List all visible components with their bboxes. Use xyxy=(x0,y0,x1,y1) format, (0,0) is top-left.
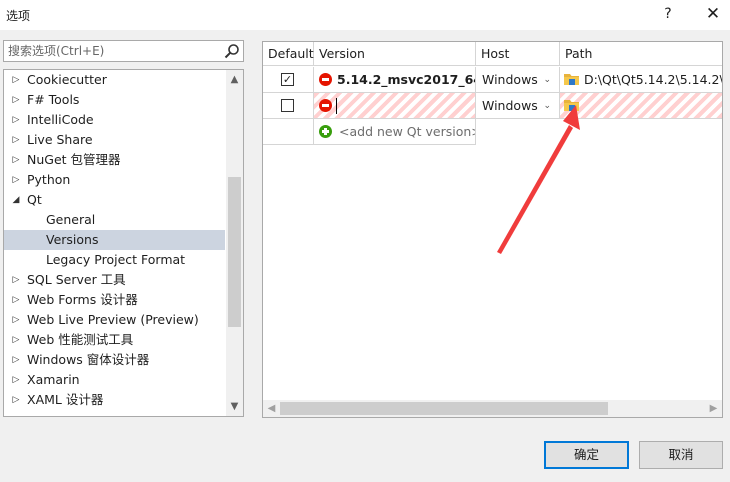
tree-item[interactable]: ▷ NuGet 包管理器 xyxy=(4,150,225,170)
tree-item-label: Versions xyxy=(46,232,99,247)
scroll-right-icon[interactable]: ▶ xyxy=(705,400,722,417)
table-row-3-default xyxy=(263,119,314,145)
expanded-icon[interactable]: ◢ xyxy=(10,190,22,210)
tree-item[interactable]: ▷ Xamarin xyxy=(4,370,225,390)
tree-item-label: Web Forms 设计器 xyxy=(27,292,138,307)
text-cursor xyxy=(336,98,337,114)
tree-item[interactable]: ▷ Web Live Preview (Preview) xyxy=(4,310,225,330)
search-box[interactable] xyxy=(3,40,244,62)
collapsed-icon[interactable]: ▷ xyxy=(10,290,22,310)
collapsed-icon[interactable]: ▷ xyxy=(10,390,22,410)
tree-item[interactable]: ▷ Cookiecutter xyxy=(4,70,225,90)
table-row-2-default[interactable] xyxy=(263,93,314,119)
column-header-default[interactable]: Default xyxy=(263,42,314,66)
path-value: D:\Qt\Qt5.14.2\5.14.2\m xyxy=(584,72,723,87)
tree-item-label: F# Tools xyxy=(27,92,80,107)
collapsed-icon[interactable]: ▷ xyxy=(10,270,22,290)
collapsed-icon[interactable]: ▷ xyxy=(10,170,22,190)
options-tree: ▷ Cookiecutter ▷ F# Tools ▷ IntelliCode ▷ Live … xyxy=(3,69,244,417)
collapsed-icon[interactable]: ▷ xyxy=(10,310,22,330)
table-row-1-version[interactable]: 5.14.2_msvc2017_64 xyxy=(314,67,476,93)
tree-item[interactable]: ▷ IntelliCode xyxy=(4,110,225,130)
tree-item[interactable]: ▷ Web 性能测试工具 xyxy=(4,330,225,350)
tree-item-label: Live Share xyxy=(27,132,93,147)
tree-item-label: General xyxy=(46,212,96,227)
collapsed-icon[interactable]: ▷ xyxy=(10,130,22,150)
collapsed-icon[interactable]: ▷ xyxy=(10,70,22,90)
tree-item-label: Python xyxy=(27,172,71,187)
chevron-down-icon[interactable]: ⌄ xyxy=(543,67,551,92)
ok-button[interactable]: 确定 xyxy=(544,441,629,469)
grid-horizontal-scrollbar[interactable]: ◀ ▶ xyxy=(263,400,722,417)
tree-item[interactable]: ▷ Live Share xyxy=(4,130,225,150)
tree-item[interactable]: ▷ Python xyxy=(4,170,225,190)
collapsed-icon[interactable]: ▷ xyxy=(10,150,22,170)
window-title: 选项 xyxy=(6,9,31,23)
tree-item[interactable]: ◢ Qt xyxy=(4,190,225,210)
collapsed-icon[interactable]: ▷ xyxy=(10,370,22,390)
scroll-down-icon[interactable]: ▼ xyxy=(226,398,243,415)
tree-item-label: SQL Server 工具 xyxy=(27,272,126,287)
default-checkbox[interactable] xyxy=(281,99,294,112)
tree-item-label: Web 性能测试工具 xyxy=(27,332,134,347)
collapsed-icon[interactable]: ▷ xyxy=(10,350,22,370)
table-row-1-host[interactable]: Windows ⌄ xyxy=(476,67,560,93)
folder-icon[interactable] xyxy=(564,98,580,112)
table-row-2-path[interactable] xyxy=(560,93,722,119)
host-value: Windows xyxy=(482,72,538,87)
tree-item[interactable]: ▷ Web Forms 设计器 xyxy=(4,290,225,310)
title-bar: 选项 ? ✕ xyxy=(0,0,730,30)
search-icon[interactable] xyxy=(224,43,240,59)
table-row-1-default[interactable]: ✓ xyxy=(263,67,314,93)
tree-item-label: NuGet 包管理器 xyxy=(27,152,121,167)
tree-item-label: Cookiecutter xyxy=(27,72,107,87)
tree-item-label: Web Live Preview (Preview) xyxy=(27,312,199,327)
tree-item[interactable]: ▷ XAML 设计器 xyxy=(4,390,225,410)
host-value: Windows xyxy=(482,98,538,113)
version-name: 5.14.2_msvc2017_64 xyxy=(337,72,476,87)
qt-versions-grid: Default Version Host Path ✓ 5.14.2_msvc2… xyxy=(262,41,723,418)
column-header-path[interactable]: Path xyxy=(560,42,722,66)
tree-item[interactable]: ▷ F# Tools xyxy=(4,90,225,110)
close-button[interactable]: ✕ xyxy=(702,3,724,25)
table-row-2-version[interactable] xyxy=(314,93,476,119)
error-icon xyxy=(319,99,332,112)
tree-item[interactable]: Legacy Project Format xyxy=(4,250,225,270)
column-header-host[interactable]: Host xyxy=(476,42,560,66)
tree-scrollbar[interactable]: ▲ ▼ xyxy=(226,70,243,416)
error-icon xyxy=(319,73,332,86)
chevron-down-icon[interactable]: ⌄ xyxy=(543,93,551,118)
tree-item-label: IntelliCode xyxy=(27,112,94,127)
add-version-button[interactable]: <add new Qt version> xyxy=(314,119,476,145)
column-header-version[interactable]: Version xyxy=(314,42,476,66)
add-version-label: <add new Qt version> xyxy=(339,124,476,139)
tree-item[interactable]: ▷ Windows 窗体设计器 xyxy=(4,350,225,370)
folder-icon[interactable] xyxy=(564,72,580,86)
collapsed-icon[interactable]: ▷ xyxy=(10,110,22,130)
scroll-up-icon[interactable]: ▲ xyxy=(226,71,243,88)
add-icon xyxy=(319,125,332,138)
scroll-thumb[interactable] xyxy=(228,177,241,327)
tree-item[interactable]: ▷ SQL Server 工具 xyxy=(4,270,225,290)
default-checkbox[interactable]: ✓ xyxy=(281,73,294,86)
help-button[interactable]: ? xyxy=(658,4,678,24)
tree-item[interactable]: Versions xyxy=(4,230,225,250)
collapsed-icon[interactable]: ▷ xyxy=(10,90,22,110)
tree-item-label: Qt xyxy=(27,192,42,207)
table-row-1-path[interactable]: D:\Qt\Qt5.14.2\5.14.2\m xyxy=(560,67,723,93)
scroll-left-icon[interactable]: ◀ xyxy=(263,400,280,417)
cancel-button[interactable]: 取消 xyxy=(639,441,723,469)
tree-item-label: Xamarin xyxy=(27,372,80,387)
table-row-2-host[interactable]: Windows ⌄ xyxy=(476,93,560,119)
search-input[interactable] xyxy=(4,41,219,61)
tree-item-label: Windows 窗体设计器 xyxy=(27,352,150,367)
collapsed-icon[interactable]: ▷ xyxy=(10,330,22,350)
tree-item-label: XAML 设计器 xyxy=(27,392,104,407)
tree-item[interactable]: General xyxy=(4,210,225,230)
tree-item-label: Legacy Project Format xyxy=(46,252,186,267)
scroll-thumb[interactable] xyxy=(280,402,608,415)
